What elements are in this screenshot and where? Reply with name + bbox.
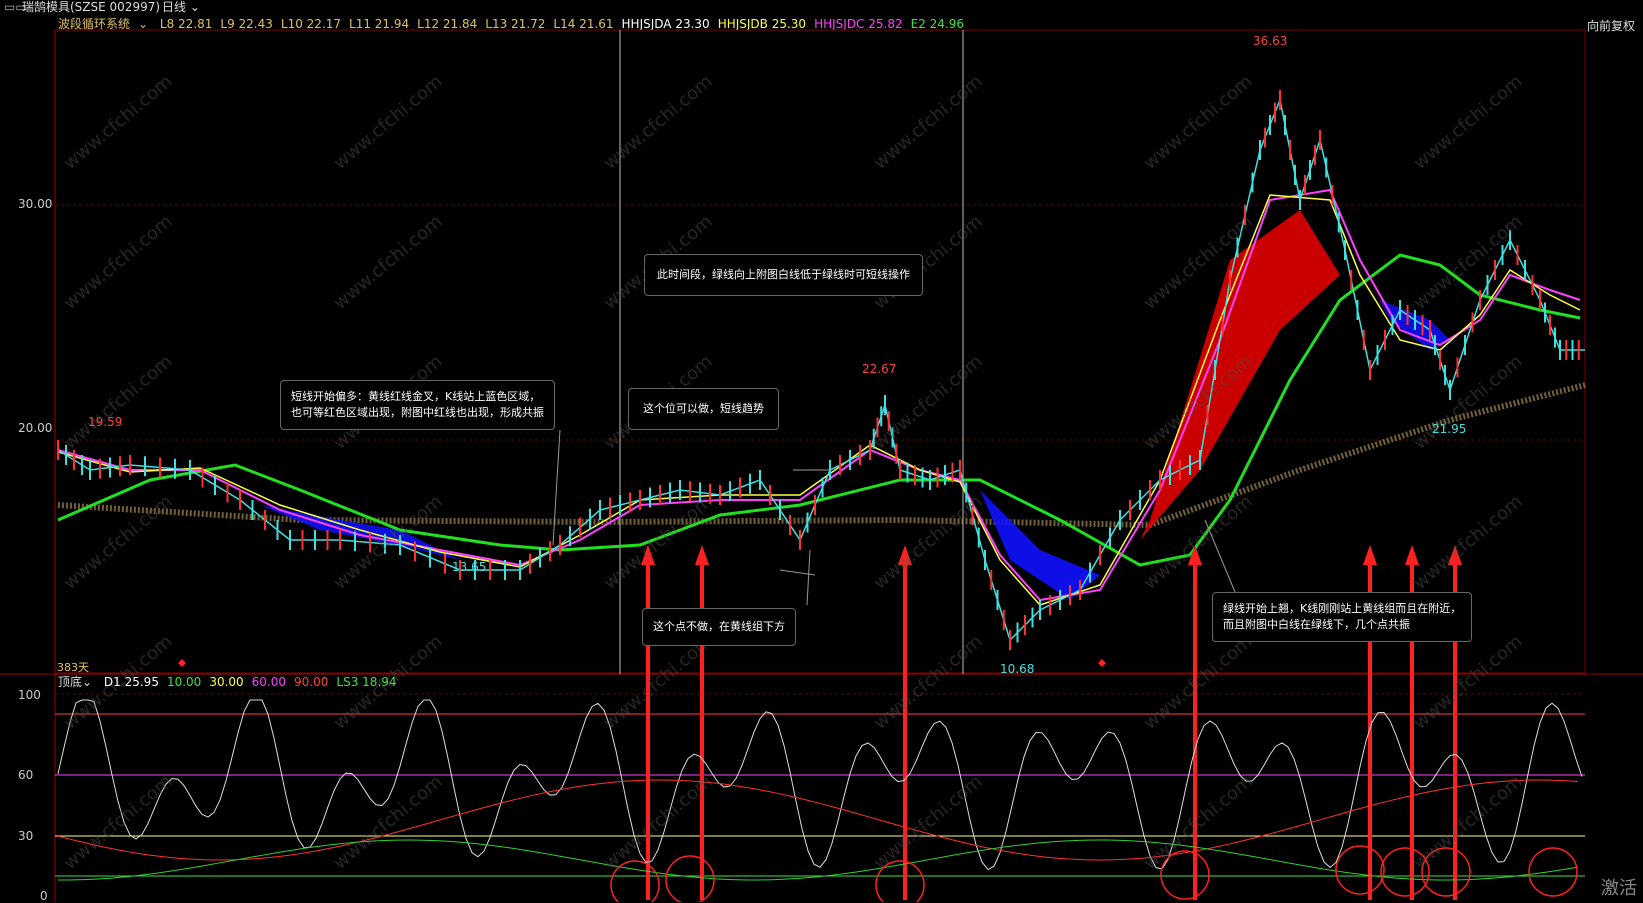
watermark-text: www.cfchi.com xyxy=(870,491,987,594)
watermark-text: www.cfchi.com xyxy=(60,351,177,454)
watermark-text: www.cfchi.com xyxy=(870,71,987,174)
sub-y-tick-0: 0 xyxy=(40,889,48,903)
watermark-text: www.cfchi.com xyxy=(60,71,177,174)
highlight-circle xyxy=(665,855,715,902)
days-label: 383天 xyxy=(57,661,89,674)
sub-y-tick-100: 100 xyxy=(18,688,41,702)
signal-arrow-head xyxy=(1363,545,1377,565)
annotation-line: 这个位可以做，短线趋势 xyxy=(643,402,764,415)
watermark-text: www.cfchi.com xyxy=(1140,631,1257,734)
watermark-text: www.cfchi.com xyxy=(330,71,447,174)
watermark-text: www.cfchi.com xyxy=(1140,771,1257,874)
watermark-text: www.cfchi.com xyxy=(1410,631,1527,734)
watermark-text: www.cfchi.com xyxy=(330,771,447,874)
watermark-text: www.cfchi.com xyxy=(330,491,447,594)
watermark-text: www.cfchi.com xyxy=(1410,351,1527,454)
sub-indicator-value: LS3 18.94 xyxy=(336,675,397,689)
blue-cloud xyxy=(980,490,1100,600)
price-label: 13.65 xyxy=(452,560,487,574)
signal-arrow-head xyxy=(1405,545,1419,565)
annotation-line: 这个点不做，在黄线组下方 xyxy=(653,620,785,633)
highlight-circle xyxy=(1528,847,1578,897)
price-label: 10.68 xyxy=(1000,662,1035,676)
sub-indicator-value: 10.00 xyxy=(166,675,202,689)
annotation-line: 绿线开始上翘，K线刚刚站上黄线组而且在附近， xyxy=(1223,602,1462,615)
annotation-tradeable: 这个位可以做，短线趋势 xyxy=(628,388,779,430)
annotation-no-trade: 这个点不做，在黄线组下方 xyxy=(642,608,796,646)
sub-indicator-value: 30.00 xyxy=(209,675,244,689)
oscillator-green xyxy=(57,839,1579,881)
signal-diamond xyxy=(1098,659,1106,667)
watermark-text: www.cfchi.com xyxy=(1140,71,1257,174)
watermark-text: www.cfchi.com xyxy=(60,771,177,874)
sub-indicator-value: D1 25.95 xyxy=(103,675,159,689)
sub-y-tick-30: 30 xyxy=(18,829,34,843)
oscillator-white xyxy=(57,699,1583,871)
sub-indicator-name[interactable]: 顶底 xyxy=(58,675,82,689)
annotation-line: 此时间段，绿线向上附图白线低于绿线时可短线操作 xyxy=(657,268,910,281)
annotation-pointer xyxy=(779,569,816,576)
watermark-text: www.cfchi.com xyxy=(1410,71,1527,174)
sub-indicator-value: 60.00 xyxy=(251,675,287,689)
watermark-text: www.cfchi.com xyxy=(60,211,177,314)
annotation-line: 而且附图中白线在绿线下，几个点共振 xyxy=(1223,618,1410,631)
watermark-text: www.cfchi.com xyxy=(600,71,717,174)
annotation-period: 此时间段，绿线向上附图白线低于绿线时可短线操作 xyxy=(644,254,923,296)
price-line xyxy=(57,97,1585,642)
watermark-text: www.cfchi.com xyxy=(1410,771,1527,874)
annotation-green-up: 绿线开始上翘，K线刚刚站上黄线组而且在附近， 而且附图中白线在绿线下，几个点共振 xyxy=(1212,592,1473,642)
signal-diamond xyxy=(178,659,186,667)
sub-y-tick-60: 60 xyxy=(18,768,34,782)
sub-indicator-header: 顶底⌄ D1 25.95 10.00 30.00 60.00 90.00 LS3 18.9… xyxy=(58,674,405,690)
watermark-text: www.cfchi.com xyxy=(1410,491,1527,594)
watermark-text: www.cfchi.com xyxy=(870,631,987,734)
annotation-bullish: 短线开始偏多：黄线红线金叉，K线站上蓝色区域， 也可等红色区域出现，附图中红线也… xyxy=(280,380,555,430)
main-panel-frame xyxy=(54,29,1586,674)
watermark-text: www.cfchi.com xyxy=(330,211,447,314)
sub-indicator-value: 90.00 xyxy=(294,675,329,689)
annotation-line: 也可等红色区域出现，附图中红线也出现，形成共振 xyxy=(291,406,544,419)
price-label: 36.63 xyxy=(1253,34,1288,48)
y-tick-30: 30.00 xyxy=(18,197,53,211)
watermark-text: www.cfchi.com xyxy=(600,631,717,734)
corner-text: 激活 xyxy=(1601,878,1637,899)
annotation-pointer xyxy=(806,549,811,606)
y-tick-20: 20.00 xyxy=(18,421,53,435)
price-label: 19.59 xyxy=(88,415,123,429)
annotation-line: 短线开始偏多：黄线红线金叉，K线站上蓝色区域， xyxy=(291,390,541,403)
price-label: 22.67 xyxy=(862,362,897,376)
kline-chart: www.cfchi.com www.cfchi.com www.cfchi.com w… xyxy=(0,29,1643,902)
highlight-circle xyxy=(1335,845,1385,895)
signal-arrow-head xyxy=(695,545,709,565)
annotation-pointer xyxy=(552,429,561,546)
chevron-down-icon[interactable]: ⌄ xyxy=(82,675,92,689)
price-label: 21.95 xyxy=(1432,422,1467,436)
